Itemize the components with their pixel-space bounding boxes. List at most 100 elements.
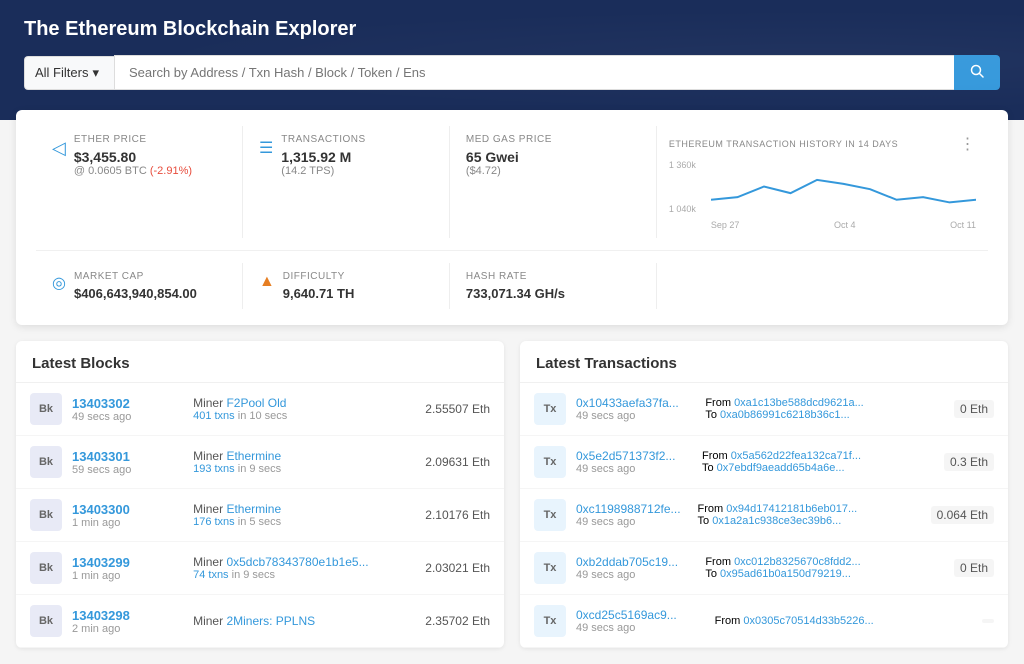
block-reward: 2.10176 Eth — [425, 508, 490, 522]
miner-link[interactable]: 0x5dcb78343780e1b1e5... — [226, 555, 368, 569]
block-number[interactable]: 13403300 — [72, 502, 183, 517]
tx-to: To 0x7ebdf9aeadd65b4a6e... — [702, 462, 934, 474]
ether-price-value: $3,455.80 — [74, 149, 192, 165]
med-gas-stat: MED GAS PRICE 65 Gwei ($4.72) — [450, 126, 657, 238]
block-txns[interactable]: 193 txns in 9 secs — [193, 463, 415, 475]
tx-info: 0xcd25c5169ac9... 49 secs ago — [576, 608, 705, 634]
block-reward: 2.35702 Eth — [425, 614, 490, 628]
block-miner-info: Miner F2Pool Old 401 txns in 10 secs — [193, 396, 415, 422]
tx-hash[interactable]: 0xcd25c5169ac9... — [576, 608, 705, 622]
tx-from: From 0xa1c13be588dcd9621a... — [705, 397, 944, 409]
block-icon: Bk — [30, 552, 62, 584]
table-row: Bk 13403302 49 secs ago Miner F2Pool Old… — [16, 383, 504, 436]
table-row: Bk 13403301 59 secs ago Miner Ethermine … — [16, 436, 504, 489]
tx-icon: Tx — [534, 393, 566, 425]
market-cap-stat: ◎ MARKET CAP $406,643,940,854.00 — [36, 263, 243, 309]
tx-info: 0x10433aefa37fa... 49 secs ago — [576, 396, 695, 422]
tx-icon: Tx — [534, 605, 566, 637]
block-info: 13403299 1 min ago — [72, 555, 183, 582]
filter-label: All Filters — [35, 65, 88, 80]
search-input[interactable] — [114, 55, 954, 90]
table-row: Tx 0xc1198988712fe... 49 secs ago From 0… — [520, 489, 1008, 542]
block-info: 13403301 59 secs ago — [72, 449, 183, 476]
block-miner-info: Miner Ethermine 176 txns in 5 secs — [193, 502, 415, 528]
tx-hash[interactable]: 0x10433aefa37fa... — [576, 396, 695, 410]
miner-link[interactable]: F2Pool Old — [226, 396, 286, 410]
ether-price-btc: @ 0.0605 BTC (-2.91%) — [74, 165, 192, 177]
block-txns[interactable]: 401 txns in 10 secs — [193, 410, 415, 422]
tx-time: 49 secs ago — [576, 463, 692, 475]
tx-addresses: From 0xa1c13be588dcd9621a... To 0xa0b869… — [705, 397, 944, 421]
block-info: 13403298 2 min ago — [72, 608, 183, 635]
block-miner-info: Miner Ethermine 193 txns in 9 secs — [193, 449, 415, 475]
chart-menu-icon[interactable]: ⋮ — [960, 134, 977, 154]
block-number[interactable]: 13403299 — [72, 555, 183, 570]
chart-title: ETHEREUM TRANSACTION HISTORY IN 14 DAYS … — [669, 134, 976, 154]
tx-hash[interactable]: 0xb2ddab705c19... — [576, 555, 695, 569]
block-txns[interactable]: 74 txns in 9 secs — [193, 569, 415, 581]
transactions-label: TRANSACTIONS — [281, 134, 365, 145]
miner-link[interactable]: Ethermine — [226, 502, 281, 516]
med-gas-label: MED GAS PRICE — [466, 134, 640, 145]
filter-dropdown[interactable]: All Filters ▾ — [24, 56, 114, 90]
hash-rate-value: 733,071.34 GH/s — [466, 286, 640, 301]
hash-rate-stat: HASH RATE 733,071.34 GH/s — [450, 263, 657, 309]
chevron-down-icon: ▾ — [92, 65, 99, 81]
tx-value — [982, 619, 994, 623]
ether-icon: ◁ — [52, 138, 66, 159]
block-icon: Bk — [30, 446, 62, 478]
block-reward: 2.55507 Eth — [425, 402, 490, 416]
block-number[interactable]: 13403302 — [72, 396, 183, 411]
block-miner-label: Miner Ethermine — [193, 502, 415, 516]
tx-from: From 0x5a562d22fea132ca71f... — [702, 450, 934, 462]
block-time: 1 min ago — [72, 570, 183, 582]
block-icon: Bk — [30, 605, 62, 637]
miner-link[interactable]: 2Miners: PPLNS — [226, 614, 315, 628]
tx-icon: Tx — [534, 446, 566, 478]
ether-price-label: ETHER PRICE — [74, 134, 192, 145]
difficulty-icon: ▲ — [259, 273, 275, 291]
block-txns[interactable]: 176 txns in 5 secs — [193, 516, 415, 528]
chart-area: ETHEREUM TRANSACTION HISTORY IN 14 DAYS … — [657, 126, 988, 238]
tx-value: 0 Eth — [954, 559, 994, 577]
market-cap-icon: ◎ — [52, 273, 66, 293]
transactions-value: 1,315.92 M — [281, 149, 365, 165]
transactions-stat: ☰ TRANSACTIONS 1,315.92 M (14.2 TPS) — [243, 126, 450, 238]
main-content: Latest Blocks Bk 13403302 49 secs ago Mi… — [0, 341, 1024, 664]
tx-hash[interactable]: 0xc1198988712fe... — [576, 502, 688, 516]
tx-hash[interactable]: 0x5e2d571373f2... — [576, 449, 692, 463]
tx-to: To 0x1a2a1c938ce3ec39b6... — [698, 515, 921, 527]
block-reward: 2.03021 Eth — [425, 561, 490, 575]
tx-time: 49 secs ago — [576, 622, 705, 634]
miner-link[interactable]: Ethermine — [226, 449, 281, 463]
tx-addresses: From 0x5a562d22fea132ca71f... To 0x7ebdf… — [702, 450, 934, 474]
chart-spacer — [657, 263, 988, 309]
block-miner-info: Miner 0x5dcb78343780e1b1e5... 74 txns in… — [193, 555, 415, 581]
transactions-icon: ☰ — [259, 138, 273, 158]
block-icon: Bk — [30, 499, 62, 531]
search-button[interactable] — [954, 55, 1000, 90]
tx-to: To 0x95ad61b0a150d79219... — [705, 568, 944, 580]
tx-info: 0xb2ddab705c19... 49 secs ago — [576, 555, 695, 581]
block-number[interactable]: 13403301 — [72, 449, 183, 464]
tx-icon: Tx — [534, 499, 566, 531]
tx-from: From 0x94d17412181b6eb017... — [698, 503, 921, 515]
block-miner-info: Miner 2Miners: PPLNS — [193, 614, 415, 628]
med-gas-usd: ($4.72) — [466, 165, 640, 177]
block-number[interactable]: 13403298 — [72, 608, 183, 623]
table-row: Bk 13403299 1 min ago Miner 0x5dcb783437… — [16, 542, 504, 595]
ether-price-stat: ◁ ETHER PRICE $3,455.80 @ 0.0605 BTC (-2… — [36, 126, 243, 238]
block-reward: 2.09631 Eth — [425, 455, 490, 469]
table-row: Bk 13403298 2 min ago Miner 2Miners: PPL… — [16, 595, 504, 648]
hash-rate-label: HASH RATE — [466, 271, 640, 282]
table-row: Tx 0x5e2d571373f2... 49 secs ago From 0x… — [520, 436, 1008, 489]
difficulty-stat: ▲ DIFFICULTY 9,640.71 TH — [243, 263, 450, 309]
tx-addresses: From 0xc012b8325670c8fdd2... To 0x95ad61… — [705, 556, 944, 580]
block-miner-label: Miner 0x5dcb78343780e1b1e5... — [193, 555, 415, 569]
tx-time: 49 secs ago — [576, 410, 695, 422]
latest-transactions-panel: Latest Transactions Tx 0x10433aefa37fa..… — [520, 341, 1008, 648]
page-title: The Ethereum Blockchain Explorer — [24, 18, 1000, 41]
block-icon: Bk — [30, 393, 62, 425]
market-cap-label: MARKET CAP — [74, 271, 197, 282]
block-info: 13403302 49 secs ago — [72, 396, 183, 423]
